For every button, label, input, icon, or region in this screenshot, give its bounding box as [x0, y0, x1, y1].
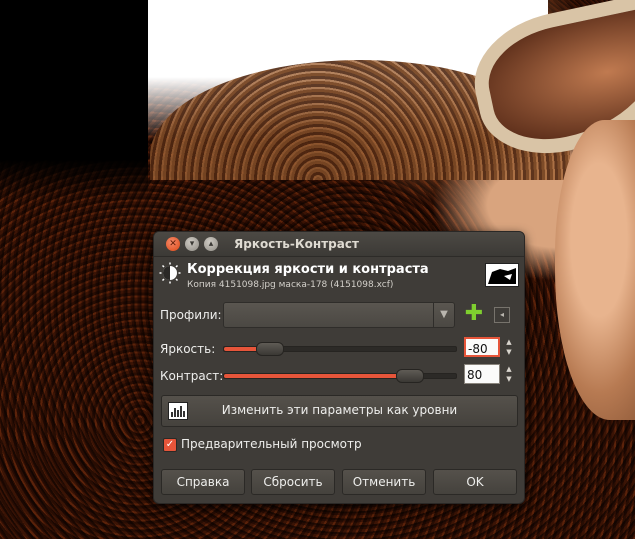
- brightness-spin-input[interactable]: -80: [464, 337, 500, 357]
- menu-icon[interactable]: ◂: [494, 307, 510, 323]
- add-icon[interactable]: ✚: [464, 303, 484, 325]
- canvas-dark-corner: [0, 0, 148, 200]
- chevron-down-icon[interactable]: ▼: [433, 303, 454, 327]
- brightness-contrast-dialog: ✕ ▾ ▴ Яркость-Контраст Коррекция яркости…: [153, 231, 525, 504]
- contrast-label: Контраст:: [160, 369, 224, 383]
- contrast-slider[interactable]: [223, 369, 457, 383]
- minimize-icon[interactable]: ▾: [185, 237, 199, 251]
- preview-checkbox[interactable]: ✓: [163, 438, 177, 452]
- ok-button[interactable]: OK: [433, 469, 517, 495]
- preview-label: Предварительный просмотр: [181, 437, 362, 451]
- cancel-button[interactable]: Отменить: [342, 469, 426, 495]
- brightness-label: Яркость:: [160, 342, 216, 356]
- presets-combo[interactable]: ▼: [223, 302, 455, 328]
- dialog-title: Яркость-Контраст: [234, 237, 359, 251]
- edit-as-levels-label: Изменить эти параметры как уровни: [221, 403, 458, 417]
- brightness-spin-arrows[interactable]: ▲ ▼: [504, 337, 514, 357]
- dialog-titlebar[interactable]: ✕ ▾ ▴ Яркость-Контраст: [154, 232, 524, 257]
- maximize-icon[interactable]: ▴: [204, 237, 218, 251]
- layer-thumbnail: [485, 263, 519, 287]
- contrast-slider-fill: [224, 374, 410, 378]
- dialog-header-title: Коррекция яркости и контраста: [187, 262, 429, 277]
- contrast-slider-handle[interactable]: [396, 369, 424, 383]
- close-icon[interactable]: ✕: [166, 237, 180, 251]
- reset-button[interactable]: Сбросить: [251, 469, 335, 495]
- contrast-spin-input[interactable]: 80: [464, 364, 500, 384]
- brightness-slider-handle[interactable]: [256, 342, 284, 356]
- presets-label: Профили:: [160, 308, 222, 322]
- edit-as-levels-button[interactable]: Изменить эти параметры как уровни: [161, 395, 518, 427]
- contrast-spin-arrows[interactable]: ▲ ▼: [504, 364, 514, 384]
- dialog-header-subtitle: Копия 4151098.jpg маска-178 (4151098.xcf…: [187, 280, 394, 290]
- help-button[interactable]: Справка: [161, 469, 245, 495]
- brightness-slider[interactable]: [223, 342, 457, 356]
- brightness-contrast-icon: [159, 262, 181, 284]
